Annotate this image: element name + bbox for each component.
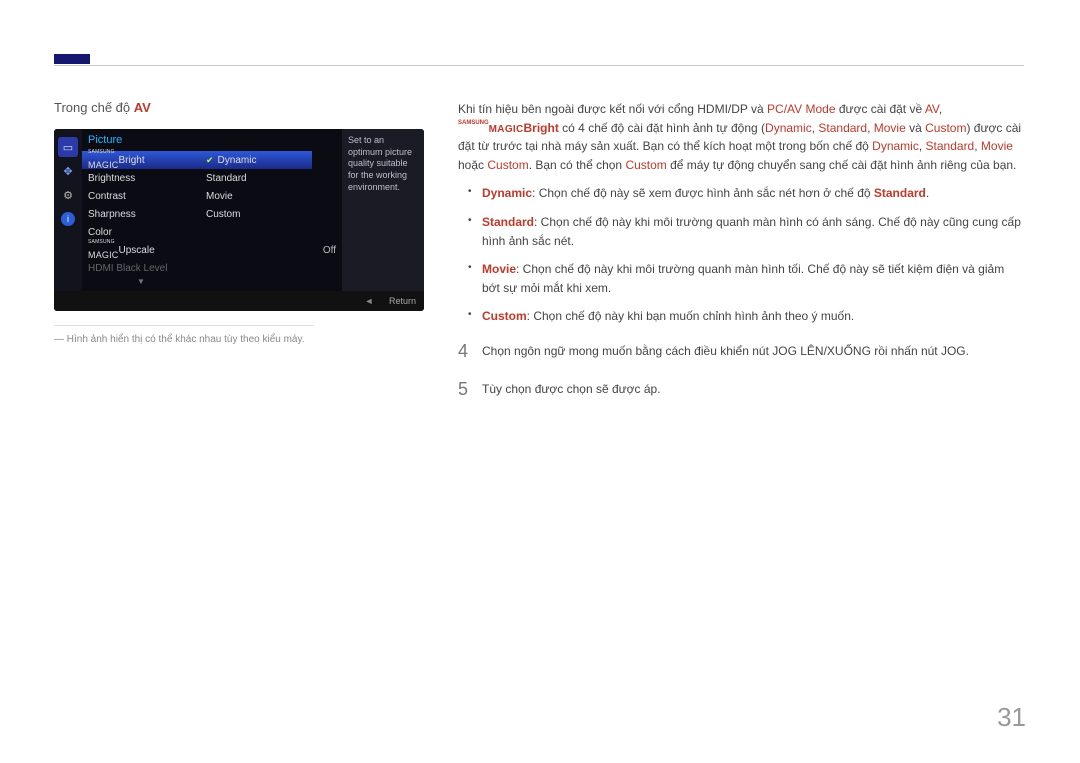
sub-item-movie[interactable]: Movie <box>200 187 312 205</box>
header-accent <box>54 54 90 64</box>
osd-panel: ▭ ✥ ⚙ i Picture SAMSUNGMAGICBright Brigh… <box>54 129 424 311</box>
check-icon: ✔ <box>206 155 214 166</box>
mode-name: AV <box>134 100 151 115</box>
page-number: 31 <box>997 702 1026 733</box>
monitor-icon[interactable]: ▭ <box>58 137 78 157</box>
menu-item-magic-bright[interactable]: SAMSUNGMAGICBright <box>82 151 200 169</box>
step-5: 5 Tùy chọn được chọn sẽ được áp. <box>458 376 1024 404</box>
osd-submenu: ✔Dynamic Standard Movie Custom <box>200 129 312 291</box>
step-number: 4 <box>458 338 482 366</box>
sub-item-custom[interactable]: Custom <box>200 205 312 223</box>
resize-icon[interactable]: ✥ <box>58 161 78 181</box>
left-column: Trong chế độ AV ▭ ✥ ⚙ i Picture SAMSUNGM… <box>54 100 434 345</box>
bullet-custom: Custom: Chọn chế độ này khi bạn muốn chỉ… <box>458 307 1024 326</box>
sub-item-standard[interactable]: Standard <box>200 169 312 187</box>
step-number: 5 <box>458 376 482 404</box>
header-rule <box>54 54 1024 66</box>
chevron-left-icon[interactable]: ◄ <box>361 296 377 306</box>
mode-prefix: Trong chế độ <box>54 100 134 115</box>
bullet-dynamic: Dynamic: Chọn chế độ này sẽ xem được hìn… <box>458 184 1024 203</box>
mode-list: Dynamic: Chọn chế độ này sẽ xem được hìn… <box>458 184 1024 326</box>
osd-sidebar: ▭ ✥ ⚙ i <box>54 129 82 291</box>
osd-body: ▭ ✥ ⚙ i Picture SAMSUNGMAGICBright Brigh… <box>54 129 424 291</box>
osd-tooltip: Set to an optimum picture quality suitab… <box>342 129 424 291</box>
intro-paragraph: Khi tín hiệu bên ngoài được kết nối với … <box>458 100 1024 174</box>
osd-footer: ◄ Return <box>54 291 424 311</box>
menu-item-brightness[interactable]: Brightness <box>82 169 200 187</box>
right-column: Khi tín hiệu bên ngoài được kết nối với … <box>458 100 1024 414</box>
step-text: Tùy chọn được chọn sẽ được áp. <box>482 376 1024 404</box>
return-label[interactable]: Return <box>389 296 416 306</box>
menu-item-contrast[interactable]: Contrast <box>82 187 200 205</box>
step-4: 4 Chọn ngôn ngữ mong muốn bằng cách điều… <box>458 338 1024 366</box>
osd-title: Picture <box>82 129 200 151</box>
osd-menu: Picture SAMSUNGMAGICBright Brightness Co… <box>82 129 200 291</box>
menu-item-magic-upscale[interactable]: SAMSUNGMAGICUpscale <box>82 241 200 259</box>
footnote: Hình ảnh hiển thị có thể khác nhau tùy t… <box>54 334 434 345</box>
bullet-standard: Standard: Chọn chế độ này khi môi trường… <box>458 213 1024 250</box>
sub-item-dynamic[interactable]: ✔Dynamic <box>200 151 312 169</box>
bullet-movie: Movie: Chọn chế độ này khi môi trường qu… <box>458 260 1024 297</box>
info-icon[interactable]: i <box>58 209 78 229</box>
footnote-rule <box>54 325 314 326</box>
gear-icon[interactable]: ⚙ <box>58 185 78 205</box>
value-upscale: Off <box>312 241 342 259</box>
chevron-down-icon[interactable]: ▼ <box>82 277 200 291</box>
steps: 4 Chọn ngôn ngữ mong muốn bằng cách điều… <box>458 338 1024 404</box>
menu-item-sharpness[interactable]: Sharpness <box>82 205 200 223</box>
step-text: Chọn ngôn ngữ mong muốn bằng cách điều k… <box>482 338 1024 366</box>
osd-value-col: Off <box>312 129 342 291</box>
mode-heading: Trong chế độ AV <box>54 100 434 115</box>
menu-item-hdmi-black: HDMI Black Level <box>82 259 200 277</box>
